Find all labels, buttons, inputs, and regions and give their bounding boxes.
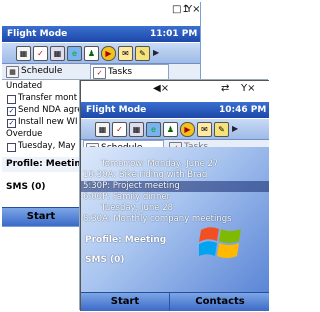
tab-label: Tasks: [108, 67, 133, 77]
notes-icon[interactable]: ✎: [135, 46, 150, 61]
title-text: Flight Mode: [7, 29, 68, 39]
task-checkbox[interactable]: ✓: [7, 107, 16, 116]
quick-launch-bar: ▦ ✓ ▦ e ♟ ▶ ✉ ✎ ▶: [81, 119, 269, 140]
tab-label: Schedule: [21, 66, 63, 76]
profile-row[interactable]: Profile: Meeting: [81, 233, 269, 248]
tab-strip: ▦ Schedule ✓ Tasks: [2, 64, 200, 80]
profile-text: Profile: Meeting: [6, 159, 88, 169]
calendar-icon: ▦: [6, 66, 19, 78]
tasks-icon: ✓: [93, 67, 106, 79]
sms-row[interactable]: SMS (0): [81, 253, 269, 267]
calculator-icon[interactable]: ▦: [129, 122, 144, 137]
notes-icon[interactable]: ✎: [214, 122, 229, 137]
calendar-icon[interactable]: ▦: [95, 122, 110, 137]
task-text: Install new WI: [18, 117, 78, 127]
list-item[interactable]: 6:00P: Family dinner: [81, 192, 269, 203]
list-item[interactable]: 8:30A: Monthly company meetings: [81, 214, 269, 225]
task-checkbox[interactable]: ✓: [7, 119, 16, 128]
status-bar: ◀× ⇄ Y×: [81, 81, 269, 96]
internet-explorer-icon[interactable]: e: [67, 46, 82, 61]
title-bar: Flight Mode 11:01 PM: [2, 26, 200, 42]
list-item[interactable]: 5:30P: Project meeting: [81, 181, 269, 192]
profile-text: Profile: Meeting: [85, 235, 167, 245]
date-header: Tomorrow: Monday, June 27: [101, 159, 219, 169]
clock[interactable]: 10:46 PM: [219, 104, 266, 116]
sms-text: SMS (0): [85, 255, 125, 265]
title-text: Flight Mode: [86, 105, 147, 115]
clock[interactable]: 11:01 PM: [150, 28, 197, 40]
messaging-icon[interactable]: ✉: [118, 46, 133, 61]
today-content-area: Tomorrow: Monday, June 27 10:30A: Bike r…: [81, 147, 269, 293]
calculator-icon[interactable]: ▦: [50, 46, 65, 61]
front-phone-screen: ◀× ⇄ Y× Flight Mode 10:46 PM ▦ ✓ ▦ e ♟ ▶…: [80, 80, 269, 311]
no-signal-icon[interactable]: Y×: [186, 4, 200, 15]
media-player-icon[interactable]: ▶: [101, 46, 116, 61]
task-text: Transfer mont: [18, 93, 78, 103]
date-header: Tuesday, June 28: [101, 203, 174, 213]
tasks-icon[interactable]: ✓: [112, 122, 127, 137]
task-checkbox[interactable]: [7, 95, 16, 104]
internet-explorer-icon[interactable]: e: [146, 122, 161, 137]
task-text: Tuesday, May: [18, 141, 76, 151]
no-signal-icon[interactable]: Y×: [241, 83, 256, 94]
messaging-icon[interactable]: ✉: [197, 122, 212, 137]
task-text: Send NDA agre: [18, 105, 83, 115]
start-button[interactable]: Start: [81, 293, 169, 311]
tab-tasks[interactable]: ✓ Tasks: [90, 64, 169, 80]
tab-schedule[interactable]: ▦ Schedule: [4, 64, 89, 79]
sync-icon[interactable]: ⇄: [221, 83, 229, 94]
task-checkbox[interactable]: [7, 143, 16, 152]
status-bar: □↥ Y×: [2, 2, 200, 17]
speaker-mute-icon[interactable]: ◀×: [153, 83, 169, 94]
contacts-button[interactable]: Contacts: [169, 293, 269, 311]
calendar-icon[interactable]: ▦: [16, 46, 31, 61]
quick-launch-bar: ▦ ✓ ▦ e ♟ ▶ ✉ ✎ ▶: [2, 43, 200, 64]
title-bar: Flight Mode 10:46 PM: [81, 102, 269, 118]
list-item[interactable]: 10:30A: Bike riding with Brad: [81, 170, 269, 181]
soft-key-bar: Start Contacts: [81, 292, 269, 311]
start-button[interactable]: Start: [2, 208, 80, 226]
contacts-icon[interactable]: ♟: [84, 46, 99, 61]
more-arrow-icon[interactable]: ▶: [153, 48, 159, 57]
tasks-icon[interactable]: ✓: [33, 46, 48, 61]
contacts-icon[interactable]: ♟: [163, 122, 178, 137]
sms-text: SMS (0): [6, 182, 46, 192]
more-arrow-icon[interactable]: ▶: [232, 124, 238, 133]
media-player-icon[interactable]: ▶: [180, 122, 195, 137]
